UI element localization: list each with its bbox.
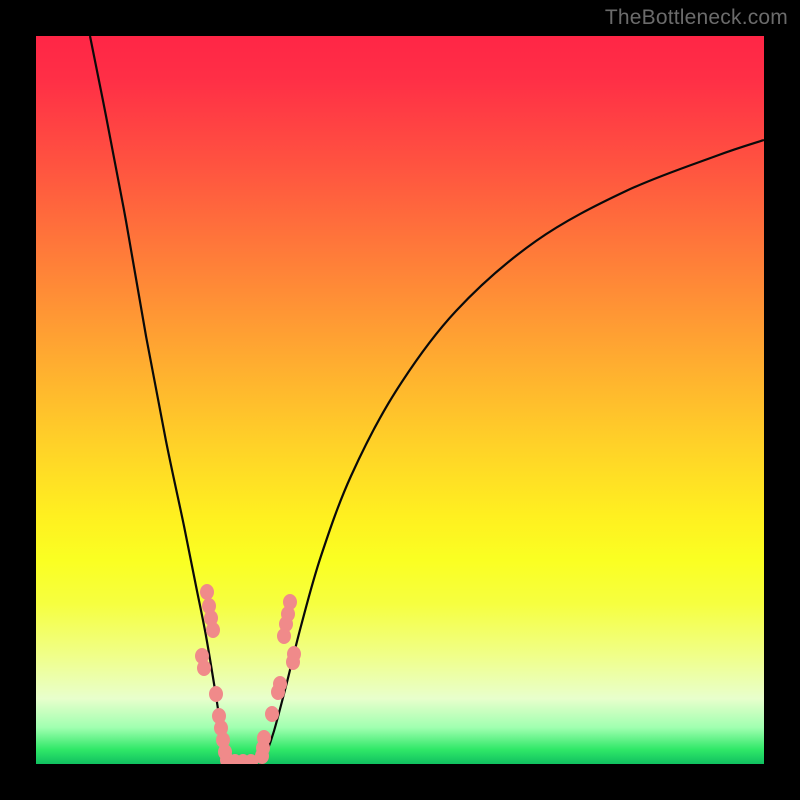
marker-left	[200, 584, 214, 600]
marker-right	[265, 706, 279, 722]
curve-right	[261, 140, 764, 764]
marker-left	[206, 622, 220, 638]
marker-right	[277, 628, 291, 644]
marker-left	[209, 686, 223, 702]
marker-left	[197, 660, 211, 676]
marker-right	[286, 654, 300, 670]
plot-area	[36, 36, 764, 764]
marker-right	[271, 684, 285, 700]
watermark-text: TheBottleneck.com	[605, 6, 788, 30]
curve-left	[90, 36, 231, 764]
curve-layer	[36, 36, 764, 764]
chart-frame: TheBottleneck.com	[0, 0, 800, 800]
